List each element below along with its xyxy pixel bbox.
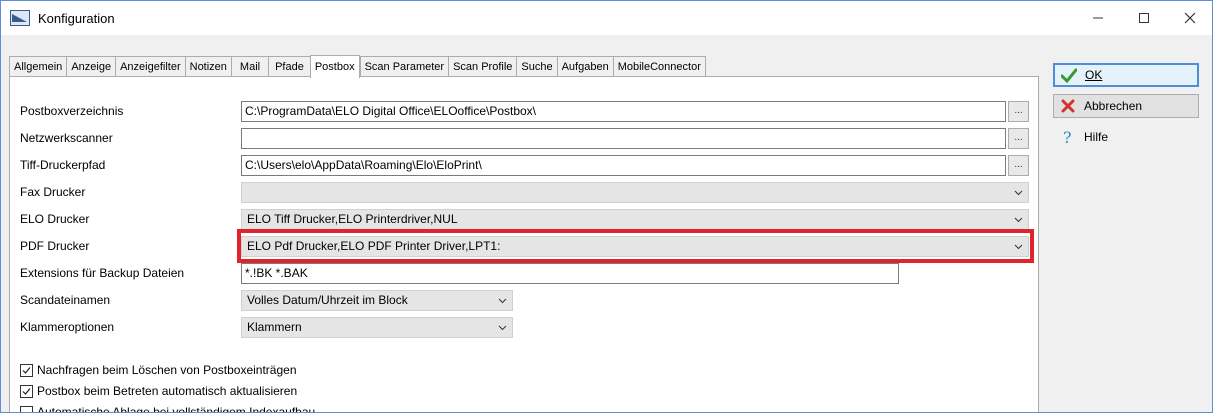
tab-anzeige[interactable]: Anzeige [66, 56, 116, 77]
tab-aufgaben[interactable]: Aufgaben [556, 56, 613, 77]
elo-printer-select[interactable]: ELO Tiff Drucker,ELO Printerdriver,NUL [241, 209, 1029, 230]
backup-ext-label: Extensions für Backup Dateien [20, 266, 185, 280]
tab-suche[interactable]: Suche [516, 56, 557, 77]
postbox-dir-browse-button[interactable]: ... [1008, 101, 1029, 122]
checkbox-checked-icon [20, 384, 33, 398]
help-label: Hilfe [1084, 130, 1109, 144]
tab-notizen[interactable]: Notizen [184, 56, 231, 77]
confirm-delete-label: Nachfragen beim Löschen von Postboxeintr… [37, 363, 297, 377]
cancel-label: Abbrechen [1084, 99, 1143, 113]
tab-postbox[interactable]: Postbox [309, 55, 360, 78]
pdf-printer-label: PDF Drucker [20, 239, 90, 253]
question-icon: ? [1060, 129, 1076, 145]
svg-text:?: ? [1063, 129, 1072, 145]
title-bar: Konfiguration [1, 1, 1212, 35]
app-icon [10, 10, 30, 26]
checkbox-checked-icon [20, 363, 33, 377]
tab-strip: Allgemein Anzeige Anzeigefilter Notizen … [9, 54, 706, 78]
tab-anzeigefilter[interactable]: Anzeigefilter [115, 56, 185, 77]
auto-refresh-label: Postbox beim Betreten automatisch aktual… [37, 384, 298, 398]
checkmark-icon [1061, 67, 1077, 83]
clip-options-value: Klammern [247, 320, 302, 334]
fax-printer-select[interactable] [241, 182, 1029, 203]
scan-names-label: Scandateinamen [20, 293, 111, 307]
auto-refresh-checkbox[interactable]: Postbox beim Betreten automatisch aktual… [20, 384, 297, 398]
clip-options-label: Klammeroptionen [20, 320, 115, 334]
elo-printer-value: ELO Tiff Drucker,ELO Printerdriver,NUL [247, 212, 458, 226]
minimize-button[interactable] [1075, 1, 1121, 35]
maximize-button[interactable] [1121, 1, 1167, 35]
ok-button[interactable]: OK [1053, 63, 1199, 87]
elo-printer-label: ELO Drucker [20, 212, 90, 226]
cancel-button[interactable]: Abbrechen [1053, 94, 1199, 118]
tiff-path-browse-button[interactable]: ... [1008, 155, 1029, 176]
tab-scan-parameter[interactable]: Scan Parameter [359, 56, 449, 77]
tab-pfade[interactable]: Pfade [268, 56, 310, 77]
window-title: Konfiguration [38, 11, 115, 26]
close-button[interactable] [1167, 1, 1212, 35]
chevron-down-icon [1014, 190, 1023, 196]
tab-allgemein[interactable]: Allgemein [9, 56, 67, 77]
auto-file-label: Automatische Ablage bei vollständigem In… [37, 405, 316, 413]
scan-names-value: Volles Datum/Uhrzeit im Block [247, 293, 408, 307]
tab-scan-profile[interactable]: Scan Profile [448, 56, 517, 77]
scan-names-select[interactable]: Volles Datum/Uhrzeit im Block [241, 290, 513, 311]
pdf-printer-highlight-box [237, 229, 1034, 263]
config-window: Konfiguration Allgemein Anzeige Anzeigef… [0, 0, 1213, 413]
help-button[interactable]: ? Hilfe [1053, 125, 1199, 149]
checkbox-unchecked-icon [20, 405, 33, 412]
auto-file-checkbox[interactable]: Automatische Ablage bei vollständigem In… [20, 405, 316, 413]
chevron-down-icon [1014, 217, 1023, 223]
postbox-dir-input[interactable]: C:\ProgramData\ELO Digital Office\ELOoff… [241, 101, 1006, 122]
backup-ext-input[interactable]: *.!BK *.BAK [241, 263, 899, 284]
chevron-down-icon [498, 298, 507, 304]
postbox-panel: Postboxverzeichnis C:\ProgramData\ELO Di… [9, 76, 1039, 413]
network-scanner-input[interactable] [241, 128, 1006, 149]
postbox-dir-label: Postboxverzeichnis [20, 104, 124, 118]
fax-printer-label: Fax Drucker [20, 185, 86, 199]
tab-mail[interactable]: Mail [230, 56, 269, 77]
chevron-down-icon [498, 325, 507, 331]
network-scanner-browse-button[interactable]: ... [1008, 128, 1029, 149]
tiff-path-input[interactable]: C:\Users\elo\AppData\Roaming\Elo\EloPrin… [241, 155, 1006, 176]
tiff-path-label: Tiff-Druckerpfad [20, 158, 106, 172]
network-scanner-label: Netzwerkscanner [20, 131, 113, 145]
ok-label: OK [1085, 68, 1103, 82]
tab-mobileconnector[interactable]: MobileConnector [612, 56, 706, 77]
cross-icon [1060, 98, 1076, 114]
clip-options-select[interactable]: Klammern [241, 317, 513, 338]
confirm-delete-checkbox[interactable]: Nachfragen beim Löschen von Postboxeintr… [20, 363, 297, 377]
